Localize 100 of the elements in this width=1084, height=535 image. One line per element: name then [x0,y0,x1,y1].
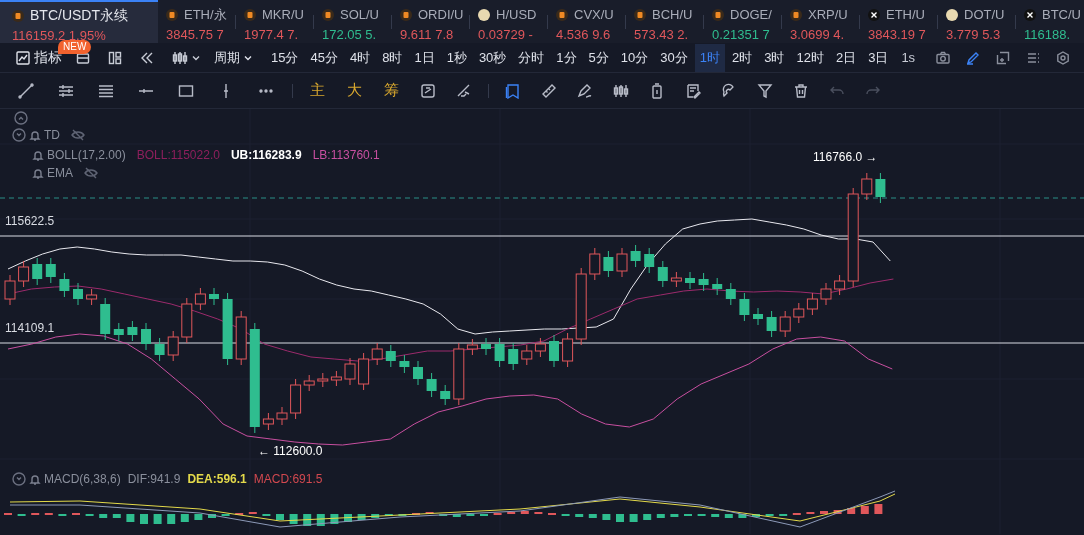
brush-icon[interactable] [577,82,593,99]
symbol-tab[interactable]: SOL/U 172.05 5. [314,0,391,43]
parallel-lines-icon[interactable] [58,82,74,99]
symbol-quote: 3843.19 7 [868,26,927,43]
period-option[interactable]: 10分 [615,43,654,72]
coin-icon [322,8,334,21]
candlestick [344,357,356,386]
macd-histogram-bar [656,514,665,518]
pencil-icon[interactable] [966,50,981,65]
bookmark-icon[interactable] [505,82,521,99]
chip-tool-button[interactable]: 筹 [379,79,404,102]
period-option[interactable]: 1时 [694,43,725,72]
collapse-icon[interactable] [12,128,26,142]
period-dropdown[interactable]: 周期 [210,47,256,68]
macd-histogram-bar [738,514,747,518]
candlestick [59,272,70,298]
macd-histogram-bar [357,514,366,520]
eye-off-icon[interactable] [71,129,85,141]
candlestick [45,257,56,284]
chip-tool-button[interactable]: 主 [305,79,330,102]
candlestick [875,172,886,204]
symbol-tab[interactable]: ORDI/U 9.611 7.8 [392,0,469,43]
period-option[interactable]: 1分 [551,43,582,72]
symbol-name: CVX/U [574,6,614,24]
list-icon[interactable] [1026,50,1041,65]
period-option[interactable]: 4时 [344,43,376,72]
coin-icon [400,8,412,21]
indicator-label: TD [44,127,60,144]
symbol-tab[interactable]: XRP/U 3.0699 4. [782,0,859,43]
candlestick [861,172,873,201]
period-option[interactable]: 2日 [830,43,862,72]
symbol-tab[interactable]: BTC/USDT永续 116159.2 1.95% [0,0,158,43]
period-option[interactable]: 30秒 [473,43,512,72]
price-label: ← 112600.0 [258,443,323,460]
period-option[interactable]: 5分 [583,43,614,72]
swap-icon[interactable] [420,82,436,99]
camera-icon[interactable] [936,50,951,65]
eye-off-icon[interactable] [84,167,98,179]
symbol-name: ORDI/U [418,6,464,24]
symbol-quote: 172.05 5. [322,26,378,43]
period-option[interactable]: 8时 [377,43,408,72]
interval-button[interactable]: 1s [897,47,920,68]
ruler-icon[interactable] [541,82,557,99]
rectangle-icon[interactable] [178,82,194,99]
symbol-tab[interactable]: ETH/永 3845.75 7 [158,0,235,43]
symbol-name: DOGE/ [730,6,772,24]
symbol-tab[interactable]: DOT/U 3.779 5.3 [938,0,1015,43]
symbol-quote: 0.03729 - [478,26,534,43]
macd-histogram-bar [724,514,733,518]
candlestick [100,297,111,341]
period-option[interactable]: 30分 [655,43,693,72]
rewind-icon[interactable] [140,50,154,65]
period-option[interactable]: 分时 [513,43,550,72]
cross-icon [868,8,880,21]
add-box-icon[interactable] [996,50,1011,65]
bell-icon [29,473,41,485]
indicator-value: MACD:691.5 [253,471,323,488]
battery-icon[interactable] [649,82,665,99]
period-option[interactable]: 45分 [305,43,343,72]
candlestick [113,322,124,342]
line-tool-icon[interactable] [18,82,34,99]
symbol-quote: 0.21351 7 [712,26,771,43]
period-option[interactable]: 2时 [727,43,758,72]
period-option[interactable]: 12时 [791,43,829,72]
symbol-tab[interactable]: BCH/U 573.43 2. [626,0,703,43]
period-option[interactable]: 3日 [863,43,894,72]
chart-type-dropdown[interactable] [172,50,200,65]
period-option[interactable]: 15分 [266,43,304,72]
candlestick [154,337,165,362]
symbol-tab[interactable]: CVX/U 4.536 9.6 [548,0,625,43]
collapse-icon[interactable] [12,472,26,486]
symbol-name: H/USD [496,6,537,24]
symbol-tab[interactable]: ETH/U 3843.19 7 [860,0,937,43]
note-icon[interactable] [685,82,701,99]
macd-histogram-bar [289,514,298,524]
bars-icon[interactable] [613,82,629,99]
candlestick [508,342,519,371]
collapse-icon[interactable] [14,111,28,125]
period-option[interactable]: 3时 [759,43,790,72]
trash-icon[interactable] [793,82,809,99]
macd-histogram-bar [208,514,216,518]
candlestick [670,271,682,288]
symbol-tab[interactable]: H/USD 0.03729 - [470,0,547,43]
period-option[interactable]: 1秒 [441,43,472,72]
period-option[interactable]: 1日 [409,43,440,72]
bell-icon [32,149,44,161]
candlestick [657,260,668,288]
macd-histogram-bar [820,511,828,514]
symbol-tab[interactable]: MKR/U 1977.4 7. [236,0,313,43]
panels-icon[interactable] [108,50,122,65]
symbol-tab[interactable]: DOGE/ 0.21351 7 [704,0,781,43]
symbol-tab[interactable]: BTC/U 116188. [1016,0,1084,43]
macd-histogram-bar [140,514,148,524]
price-level-line[interactable] [0,342,1084,344]
horizontal-lines-icon[interactable] [98,82,114,99]
macd-histogram-bar [452,514,461,517]
chip-tool-button[interactable]: 大 [342,79,367,102]
macd-histogram-bar [860,506,869,514]
settings-icon[interactable] [1056,50,1071,65]
filter-icon[interactable] [757,82,773,99]
